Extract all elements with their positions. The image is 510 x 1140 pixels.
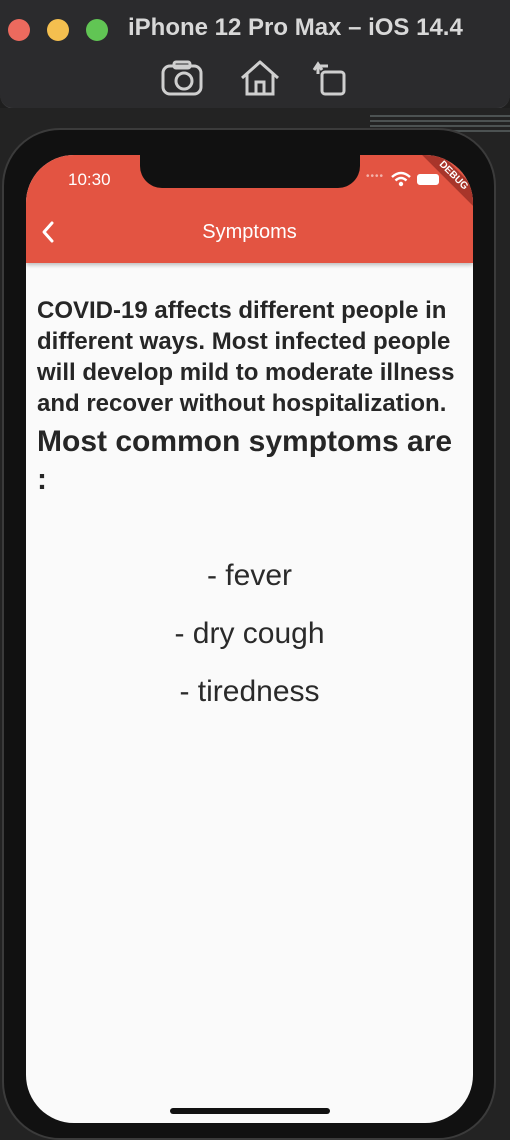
rotate-button[interactable] — [310, 58, 354, 98]
home-button[interactable] — [238, 58, 282, 98]
phone-notch — [140, 155, 360, 188]
symptoms-heading: Most common symptoms are : — [37, 425, 453, 496]
app-bar: 10:30 •••• DEBUG Symptoms — [26, 155, 473, 263]
symptom-item-fever: - fever — [206, 559, 293, 592]
intro-text: COVID-19 affects different people in dif… — [37, 297, 455, 417]
minimize-window-button[interactable] — [47, 19, 69, 41]
symptom-item-dry-cough: - dry cough — [174, 617, 325, 650]
rotate-icon — [312, 61, 346, 96]
symptom-item-tiredness: - tiredness — [179, 675, 320, 708]
home-icon — [241, 60, 279, 96]
battery-icon — [417, 174, 439, 185]
wifi-icon — [391, 171, 411, 187]
zoom-window-button[interactable] — [86, 19, 108, 41]
symptoms-content: COVID-19 affects different people in dif… — [37, 295, 457, 499]
simulator-titlebar: iPhone 12 Pro Max – iOS 14.4 — [0, 0, 510, 109]
camera-icon — [161, 60, 203, 96]
close-window-button[interactable] — [8, 19, 30, 41]
status-time: 10:30 — [68, 170, 111, 189]
app-screen: 10:30 •••• DEBUG Symptoms COVID-19 affec… — [26, 155, 473, 1123]
cellular-signal-icon: •••• — [366, 171, 385, 182]
home-indicator[interactable] — [170, 1108, 330, 1114]
window-title: iPhone 12 Pro Max – iOS 14.4 — [128, 14, 463, 41]
page-title: Symptoms — [202, 221, 297, 243]
screenshot-button[interactable] — [160, 58, 204, 98]
